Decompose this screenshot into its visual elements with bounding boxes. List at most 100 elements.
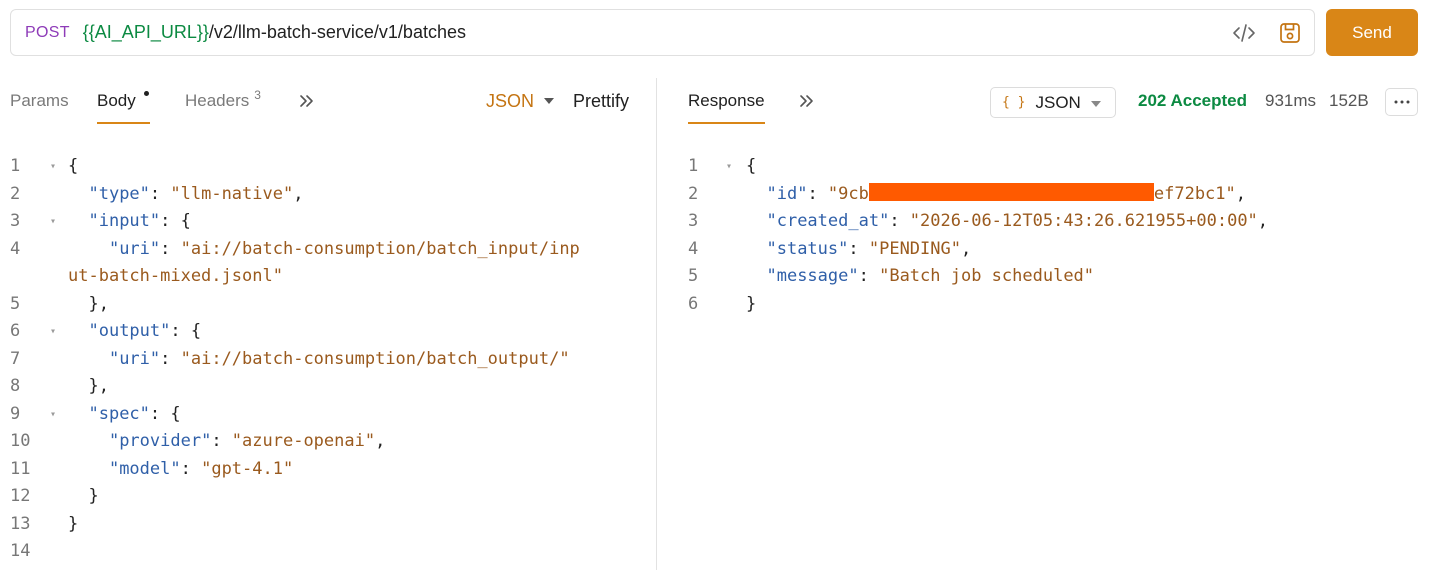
json-punctuation: :: [807, 183, 828, 204]
prettify-button[interactable]: Prettify: [573, 78, 629, 124]
code-text: }: [68, 511, 78, 539]
line-number: 5: [688, 266, 699, 286]
code-text: "input": {: [68, 208, 190, 236]
json-punctuation: {: [746, 156, 757, 176]
code-line: 14: [10, 538, 630, 566]
line-number: 3: [688, 211, 699, 231]
body-format-label: JSON: [486, 90, 535, 111]
json-key: "output": [88, 321, 171, 341]
request-body-editor[interactable]: 1 ▾{2 "type": "llm-native", 3 ▾ "input": {4…: [10, 153, 630, 566]
json-key: "created_at": [766, 211, 890, 231]
code-text: "spec": {: [68, 401, 180, 429]
json-punctuation: {: [68, 156, 79, 176]
url-variable: {{AI_API_URL}}: [82, 22, 209, 42]
tab-body[interactable]: Body: [97, 78, 150, 124]
line-number: 2: [688, 183, 699, 204]
tab-params[interactable]: Params: [10, 78, 69, 124]
code-line: 12 }: [10, 483, 630, 511]
json-key: "status": [766, 238, 849, 259]
code-text: "uri": "ai://batch-consumption/batch_out…: [68, 346, 570, 374]
line-number: 6: [688, 293, 699, 314]
fold-arrow-icon[interactable]: ▾: [50, 208, 56, 236]
tab-response-label: Response: [688, 91, 765, 110]
tab-response[interactable]: Response: [688, 78, 765, 124]
json-string: "2026-06-12T05:43:26.621955+00:00": [909, 211, 1258, 231]
response-time[interactable]: 931ms: [1265, 78, 1316, 124]
modified-dot-icon: [143, 90, 149, 96]
line-number: 4: [10, 238, 21, 259]
response-format-select[interactable]: { } JSON: [990, 87, 1116, 118]
status-badge[interactable]: 202 Accepted: [1138, 78, 1247, 124]
tabs-overflow-button[interactable]: [299, 78, 315, 124]
line-number: 14: [10, 541, 31, 561]
code-line: 4 "uri": "ai://batch-consumption/batch_i…: [10, 236, 630, 264]
response-body-viewer[interactable]: 1 ▾{2 "id": "9cb ef72bc1", 3 "created_at": …: [688, 153, 1428, 318]
tab-headers[interactable]: Headers 3: [185, 78, 261, 124]
json-string: ut-batch-mixed.jsonl": [68, 266, 283, 286]
redaction-block: [868, 182, 1154, 201]
json-string: "gpt-4.1": [201, 458, 294, 479]
json-key: "input": [88, 211, 161, 231]
code-text: ut-batch-mixed.jsonl": [68, 263, 283, 291]
body-format-select[interactable]: JSON: [486, 78, 555, 124]
fold-arrow-icon[interactable]: ▾: [726, 153, 732, 181]
json-key: "uri": [108, 348, 161, 369]
line-number: 9: [10, 403, 21, 424]
json-punctuation: :: [858, 266, 880, 286]
code-text: "id": "9cb ef72bc1",: [746, 181, 1246, 209]
line-number: 2: [10, 183, 21, 204]
chevron-double-right-icon: [800, 95, 813, 107]
fold-arrow-icon[interactable]: ▾: [50, 153, 56, 181]
request-url[interactable]: {{AI_API_URL}}/v2/llm-batch-service/v1/b…: [83, 22, 466, 43]
json-string: "ai://batch-consumption/batch_output/": [180, 348, 570, 369]
json-punctuation: :: [160, 238, 181, 259]
json-punctuation: ,: [293, 183, 304, 204]
code-text: "model": "gpt-4.1": [68, 456, 293, 484]
pane-divider[interactable]: [656, 78, 657, 570]
line-number: 13: [10, 513, 31, 534]
code-line: 10 "provider": "azure-openai",: [10, 428, 630, 456]
http-method[interactable]: POST: [25, 24, 70, 42]
code-text: "message": "Batch job scheduled": [746, 263, 1094, 291]
caret-down-icon: [544, 98, 555, 104]
code-line: 11 "model": "gpt-4.1": [10, 456, 630, 484]
save-icon[interactable]: [1274, 17, 1306, 49]
code-line: 6 ▾ "output": {: [10, 318, 630, 346]
braces-icon: { }: [1002, 95, 1026, 110]
json-string: "Batch job scheduled": [879, 266, 1095, 286]
code-line: 13}: [10, 511, 630, 539]
code-line: 1 ▾ {: [688, 153, 1428, 181]
more-options-button[interactable]: [1385, 88, 1418, 116]
code-line: 9 ▾ "spec": {: [10, 401, 630, 429]
code-text: "output": {: [68, 318, 201, 346]
response-tabs-overflow-button[interactable]: [799, 78, 815, 124]
code-text: }: [68, 483, 99, 511]
chevron-double-right-icon: [300, 95, 313, 107]
json-punctuation: },: [88, 376, 109, 396]
json-punctuation: :: [180, 458, 202, 479]
response-size[interactable]: 152B: [1329, 78, 1369, 124]
fold-arrow-icon[interactable]: ▾: [50, 401, 56, 429]
line-number: 6: [10, 321, 21, 341]
code-line: 2 "type": "llm-native",: [10, 181, 630, 209]
code-line: ut-batch-mixed.jsonl": [10, 263, 630, 291]
tab-body-label: Body: [97, 91, 136, 110]
url-bar[interactable]: POST {{AI_API_URL}}/v2/llm-batch-service…: [10, 9, 1315, 56]
code-text: "created_at": "2026-06-12T05:43:26.62195…: [746, 208, 1268, 236]
code-line: 7 "uri": "ai://batch-consumption/batch_o…: [10, 346, 630, 374]
line-number: 7: [10, 348, 21, 369]
code-line: 3 ▾ "input": {: [10, 208, 630, 236]
code-text: "uri": "ai://batch-consumption/batch_inp…: [68, 236, 580, 264]
json-string: ef72bc1": [1153, 183, 1236, 204]
send-button[interactable]: Send: [1326, 9, 1418, 56]
more-horizontal-icon: [1394, 100, 1409, 104]
line-number: 10: [10, 431, 31, 451]
code-line: 1 ▾ {: [10, 153, 630, 181]
code-icon[interactable]: [1228, 17, 1260, 49]
json-key: "id": [766, 183, 808, 204]
tab-params-label: Params: [10, 91, 69, 110]
code-text: {: [68, 153, 78, 181]
json-punctuation: }: [88, 486, 99, 506]
fold-arrow-icon[interactable]: ▾: [50, 318, 56, 346]
json-key: "type": [88, 183, 150, 204]
